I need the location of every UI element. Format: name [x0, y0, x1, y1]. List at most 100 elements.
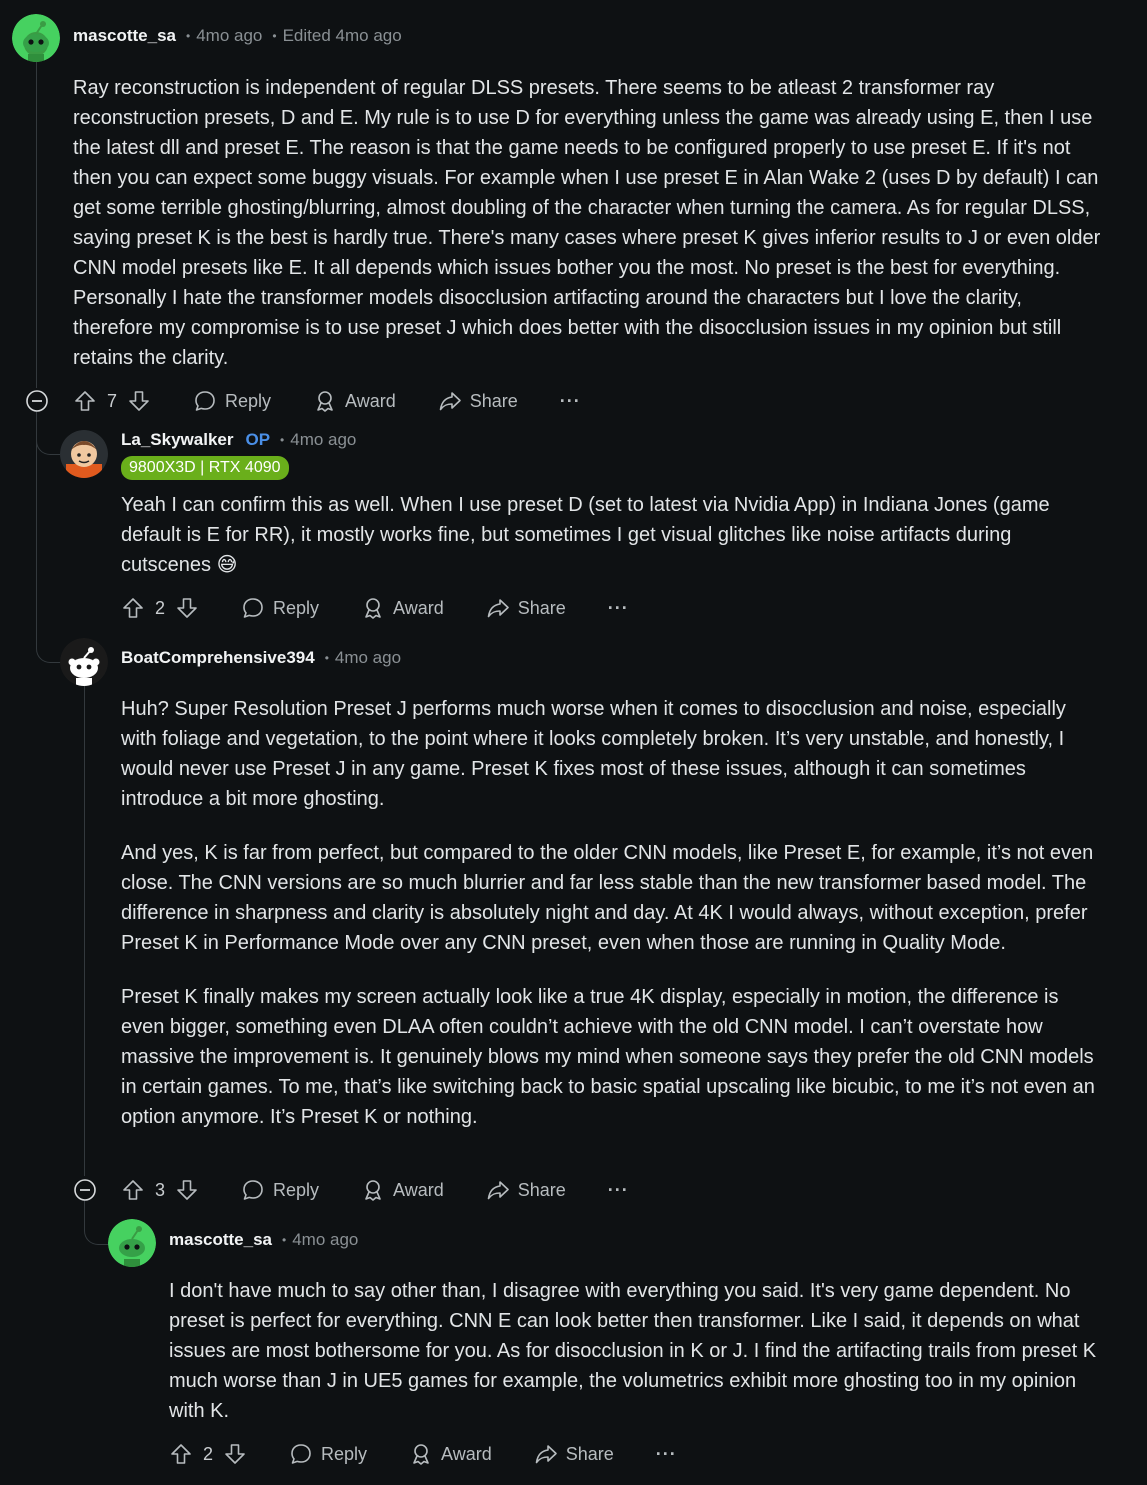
- share-icon: [487, 599, 509, 618]
- downvote-icon[interactable]: [127, 389, 151, 413]
- username[interactable]: mascotte_sa: [169, 1230, 272, 1250]
- edited-label: Edited 4mo ago: [282, 26, 402, 45]
- share-label: Share: [469, 390, 518, 411]
- reply-icon: [291, 1444, 311, 1464]
- reply-icon: [243, 598, 263, 618]
- more-options-icon[interactable]: ···: [608, 1180, 629, 1201]
- downvote-icon[interactable]: [223, 1442, 247, 1466]
- comment-paragraph: Huh? Super Resolution Preset J performs …: [121, 698, 1066, 810]
- reply-label: Reply: [273, 597, 320, 618]
- reply-icon: [195, 391, 215, 411]
- reply-label: Reply: [273, 1179, 320, 1200]
- award-label: Award: [441, 1443, 492, 1464]
- separator: •: [186, 29, 191, 43]
- separator: •: [280, 433, 285, 447]
- upvote-icon[interactable]: [121, 596, 145, 620]
- comment-paragraph: Yeah I can confirm this as well. When I …: [121, 490, 1081, 580]
- more-options-icon[interactable]: ···: [608, 598, 629, 619]
- share-icon: [487, 1181, 509, 1200]
- collapse-icon[interactable]: [74, 1179, 96, 1201]
- reply-icon: [243, 1180, 263, 1200]
- award-label: Award: [393, 597, 444, 618]
- timestamp[interactable]: 4mo ago: [292, 1230, 358, 1250]
- comment-paragraph: Ray reconstruction is independent of reg…: [73, 77, 1101, 369]
- comment-paragraph: And yes, K is far from perfect, but comp…: [121, 842, 1094, 954]
- comment-body: I don't have much to say other than, I d…: [169, 1276, 1099, 1426]
- award-label: Award: [345, 390, 396, 411]
- reply-button[interactable]: Reply: [193, 389, 271, 413]
- vote-count: 2: [155, 597, 166, 618]
- comment-body: Ray reconstruction is independent of reg…: [73, 73, 1103, 373]
- award-button[interactable]: Award: [313, 389, 396, 413]
- thread-line-root[interactable]: [36, 62, 37, 388]
- more-options-icon[interactable]: ···: [656, 1444, 677, 1465]
- username[interactable]: La_Skywalker: [121, 430, 233, 450]
- thread-elbow: [36, 610, 61, 663]
- timestamp[interactable]: 4mo ago: [290, 430, 356, 450]
- reply-button[interactable]: Reply: [241, 596, 319, 620]
- vote-group: 2: [121, 596, 199, 620]
- comment-meta: BoatComprehensive394 • 4mo ago: [121, 648, 401, 668]
- award-label: Award: [393, 1179, 444, 1200]
- reply-button[interactable]: Reply: [241, 1178, 319, 1202]
- comment-actions: 7 Reply Award Share ···: [73, 383, 581, 419]
- op-badge: OP: [245, 430, 271, 449]
- collapse-icon[interactable]: [26, 390, 48, 412]
- comment-paragraph: Preset K finally makes my screen actuall…: [121, 986, 1095, 1128]
- separator: •: [272, 29, 277, 43]
- reply-label: Reply: [321, 1443, 368, 1464]
- user-flair: 9800X3D | RTX 4090: [121, 456, 289, 480]
- username[interactable]: BoatComprehensive394: [121, 648, 315, 668]
- vote-count: 3: [155, 1179, 166, 1200]
- avatar[interactable]: [60, 638, 108, 686]
- comment-meta: mascotte_sa • 4mo ago • Edited 4mo ago: [73, 26, 402, 46]
- avatar[interactable]: [12, 14, 60, 62]
- more-options-icon[interactable]: ···: [560, 391, 581, 412]
- share-icon: [439, 392, 461, 411]
- upvote-icon[interactable]: [73, 389, 97, 413]
- sweat-smile-emoji: 😅: [216, 554, 238, 576]
- share-icon: [535, 1445, 557, 1464]
- award-icon: [317, 391, 333, 412]
- timestamp[interactable]: 4mo ago: [196, 26, 262, 46]
- comment-body: Yeah I can confirm this as well. When I …: [121, 490, 1081, 580]
- avatar[interactable]: [108, 1219, 156, 1267]
- timestamp[interactable]: 4mo ago: [335, 648, 401, 668]
- reply-button[interactable]: Reply: [289, 1442, 367, 1466]
- share-label: Share: [517, 1179, 566, 1200]
- thread-line-child[interactable]: [84, 686, 85, 1176]
- vote-count: 7: [107, 390, 118, 411]
- award-icon: [365, 1180, 381, 1201]
- share-button[interactable]: Share: [486, 1178, 566, 1202]
- comment-paragraph: I don't have much to say other than, I d…: [169, 1280, 1097, 1422]
- upvote-icon[interactable]: [169, 1442, 193, 1466]
- downvote-icon[interactable]: [175, 1178, 199, 1202]
- separator: •: [282, 1233, 287, 1247]
- avatar[interactable]: [60, 430, 108, 478]
- comment-body: Huh? Super Resolution Preset J performs …: [121, 694, 1106, 1132]
- reply-label: Reply: [225, 390, 272, 411]
- comment-actions: 2 Reply Award Share ···: [121, 590, 629, 626]
- comment-meta: La_Skywalker OP • 4mo ago: [121, 430, 356, 450]
- award-button[interactable]: Award: [361, 596, 444, 620]
- share-button[interactable]: Share: [534, 1442, 614, 1466]
- comment-meta: mascotte_sa • 4mo ago: [169, 1230, 358, 1250]
- comment-actions: 3 Reply Award Share ···: [121, 1172, 629, 1208]
- share-label: Share: [565, 1443, 614, 1464]
- vote-group: 3: [121, 1178, 199, 1202]
- share-label: Share: [517, 597, 566, 618]
- downvote-icon[interactable]: [175, 596, 199, 620]
- vote-count: 2: [203, 1443, 214, 1464]
- separator: •: [324, 651, 329, 665]
- username[interactable]: mascotte_sa: [73, 26, 176, 46]
- vote-group: 7: [73, 389, 151, 413]
- upvote-icon[interactable]: [121, 1178, 145, 1202]
- award-icon: [413, 1444, 429, 1465]
- comment-text: Yeah I can confirm this as well. When I …: [121, 494, 1050, 576]
- comment-actions: 2 Reply Award Share ···: [169, 1436, 677, 1472]
- award-button[interactable]: Award: [361, 1178, 444, 1202]
- share-button[interactable]: Share: [486, 596, 566, 620]
- share-button[interactable]: Share: [438, 389, 518, 413]
- vote-group: 2: [169, 1442, 247, 1466]
- award-button[interactable]: Award: [409, 1442, 492, 1466]
